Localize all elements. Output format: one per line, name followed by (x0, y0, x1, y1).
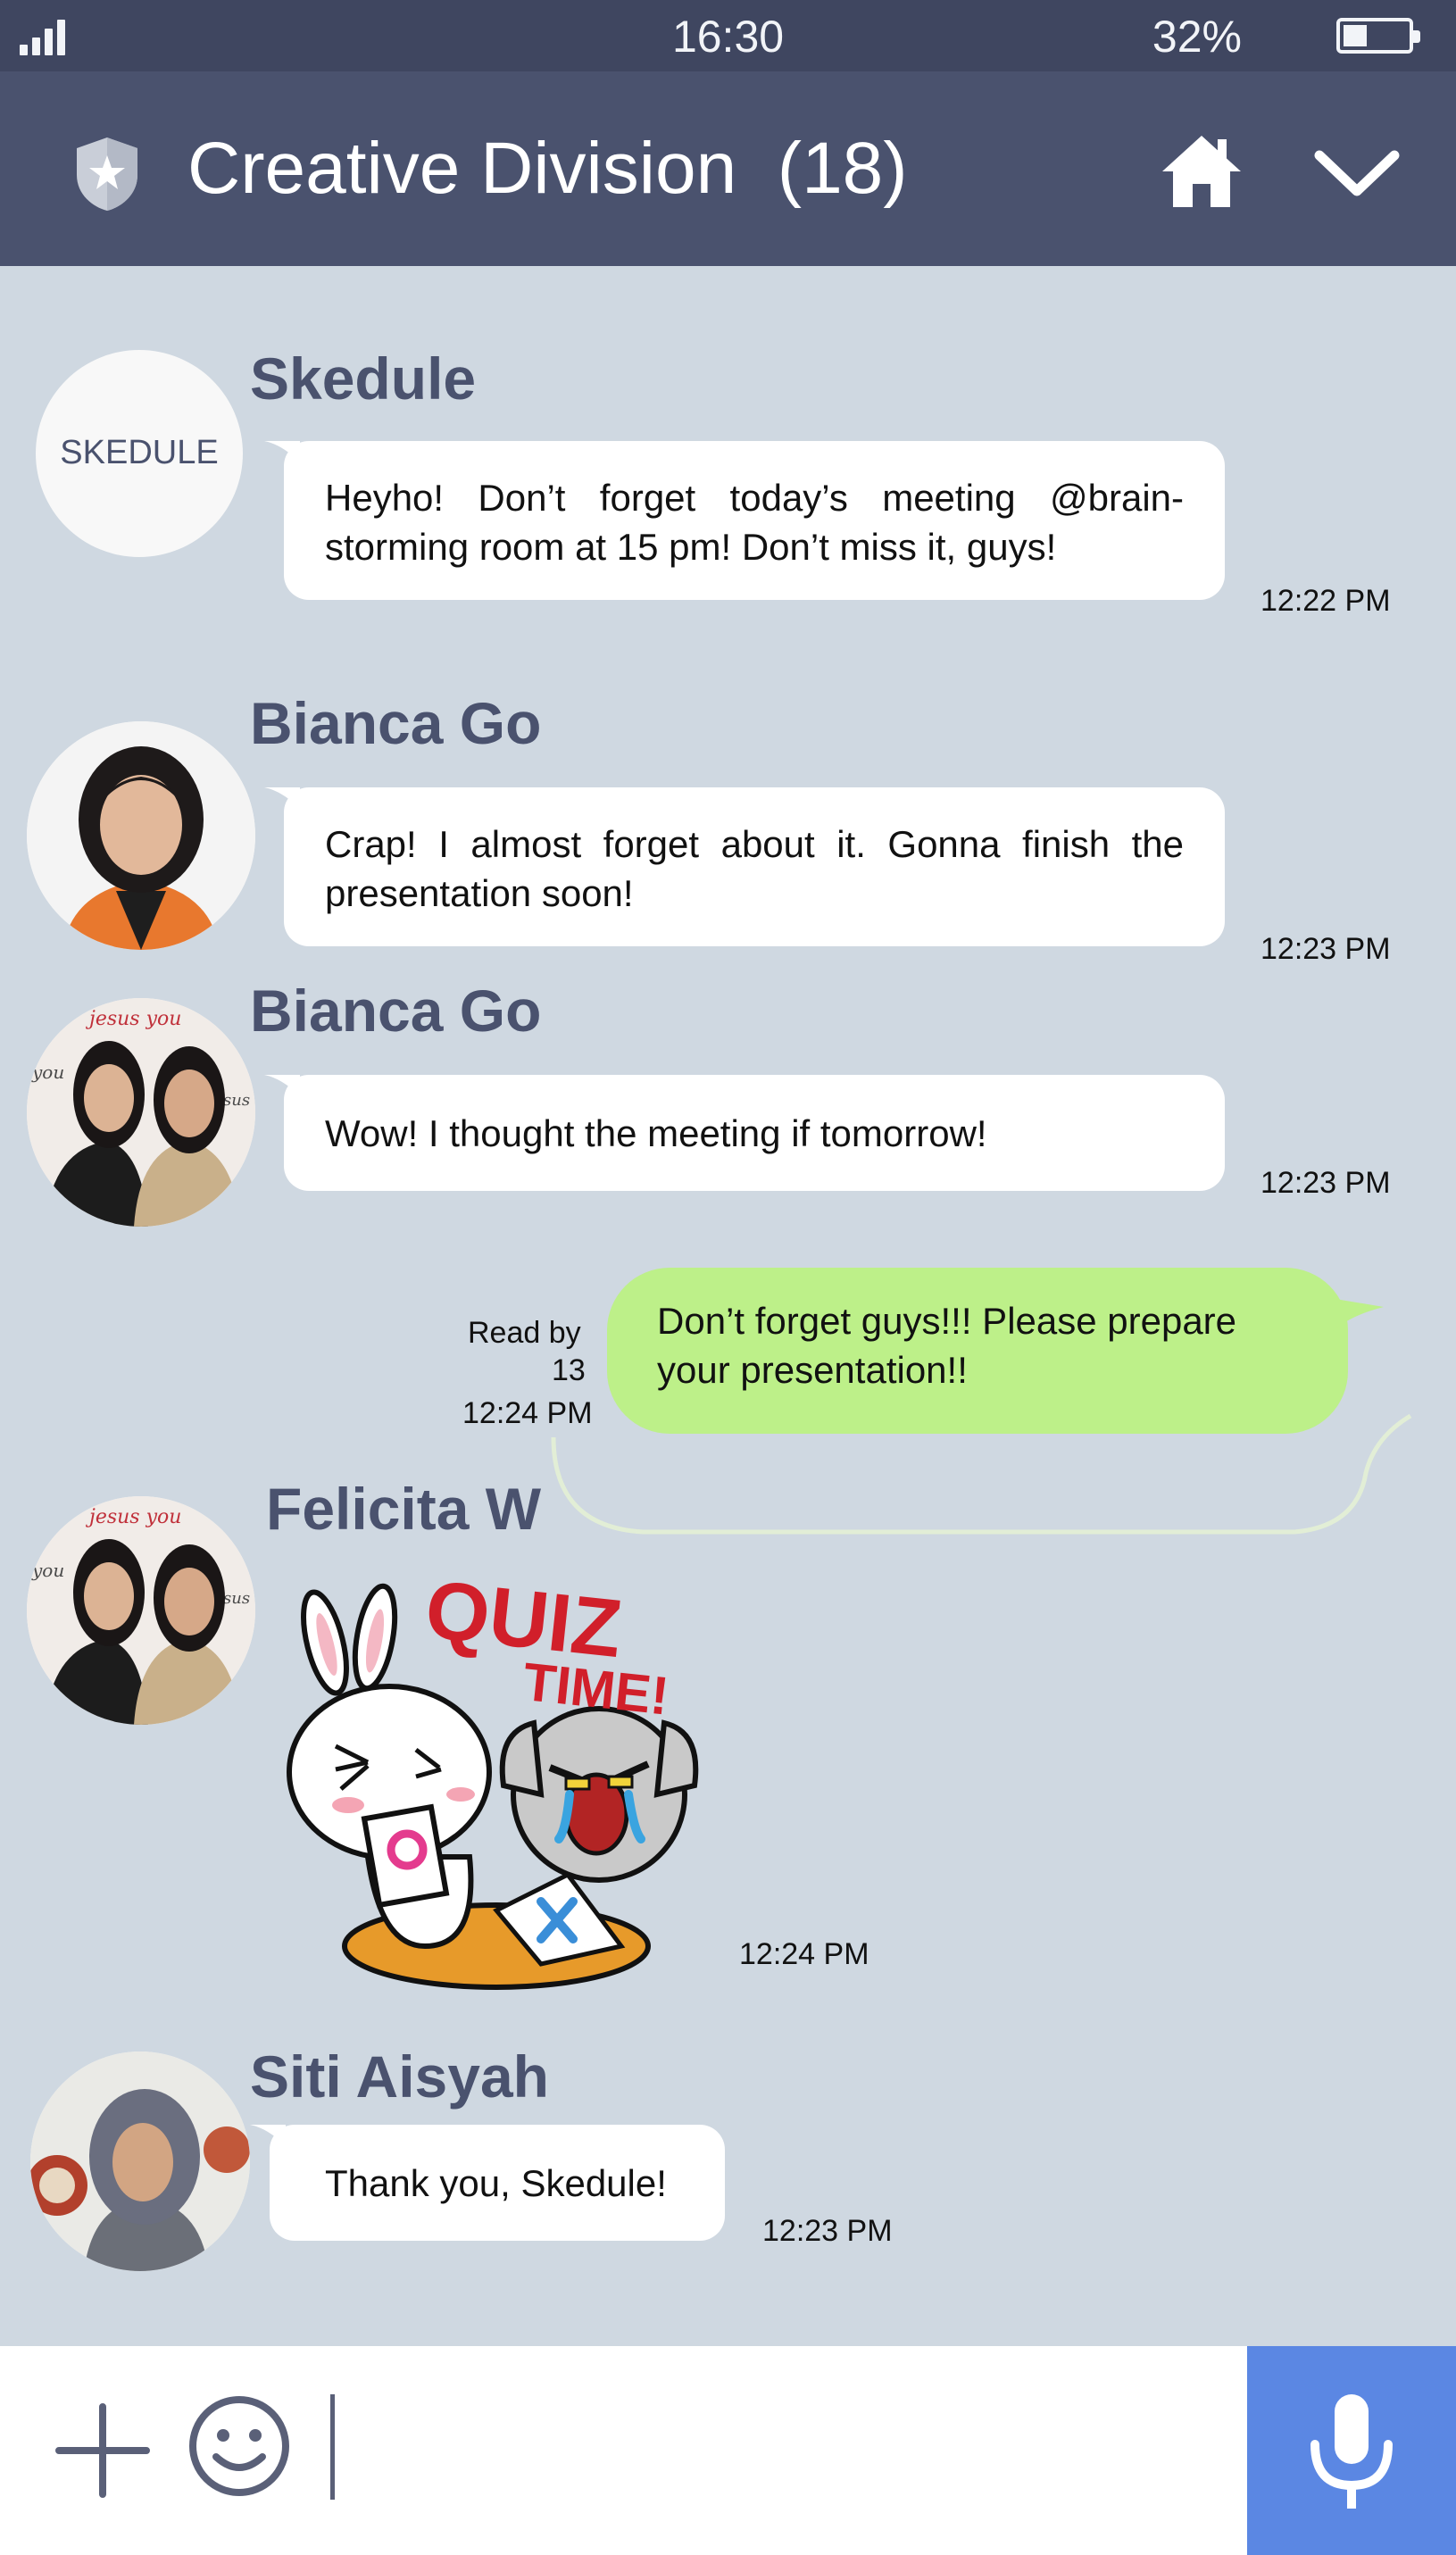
message-input-bar (0, 2346, 1456, 2555)
avatar-photo (30, 2051, 250, 2271)
microphone-button[interactable] (1247, 2346, 1456, 2555)
home-icon[interactable] (1161, 132, 1243, 209)
message-text: Don’t forget guys!!! Please prepare your… (657, 1300, 1237, 1392)
svg-text:sus: sus (223, 1091, 250, 1110)
message-time: 12:23 PM (762, 2214, 893, 2248)
group-shield-icon (77, 137, 137, 211)
outgoing-message-bubble[interactable]: Don’t forget guys!!! Please prepare your… (607, 1268, 1384, 1434)
bubble-tail (250, 2125, 286, 2146)
bubble-tail (264, 1075, 300, 1096)
svg-text:you: you (31, 1560, 64, 1581)
svg-text:sus: sus (223, 1589, 250, 1608)
sender-name: Felicita W (266, 1476, 542, 1542)
bubble-tail (264, 787, 300, 809)
avatar-photo: jesus you you sus (27, 998, 255, 1227)
avatar-felicita-w[interactable]: jesus you you sus (27, 1496, 255, 1725)
message-time: 12:24 PM (739, 1937, 869, 1971)
chat-title: Creative Division (18) (187, 128, 908, 209)
sender-name: Bianca Go (250, 690, 542, 756)
bubble-tail (1330, 1298, 1384, 1334)
battery-percentage: 32% (1152, 12, 1242, 62)
svg-text:jesus you: jesus you (85, 1506, 181, 1528)
message-text: Crap! I almost forget about it. Gonna fi… (325, 823, 1184, 915)
message-text: Heyho! Don’t forget today’s meeting @bra… (325, 477, 1184, 569)
avatar-bianca-go[interactable] (27, 721, 255, 950)
sticker-text: TIME! (520, 1652, 671, 1727)
sender-name: Siti Aisyah (250, 2043, 549, 2110)
sender-name: Bianca Go (250, 978, 542, 1044)
quiz-time-sticker[interactable]: QUIZ TIME! (282, 1571, 711, 1991)
message-bubble[interactable]: Wow! I thought the meeting if tomorrow! (264, 1075, 1225, 1191)
status-bar: 16:30 32% (0, 0, 1456, 71)
chat-header: Creative Division (18) (0, 71, 1456, 266)
message-bubble[interactable]: Heyho! Don’t forget today’s meeting @bra… (264, 441, 1225, 600)
battery-icon (1336, 18, 1420, 54)
avatar-text: SKEDULE (60, 434, 219, 471)
sender-name: Skedule (250, 345, 477, 412)
svg-text:jesus you: jesus you (85, 1008, 181, 1030)
avatar-siti-aisyah[interactable] (30, 2051, 250, 2271)
message-bubble[interactable]: Crap! I almost forget about it. Gonna fi… (264, 787, 1225, 946)
emoji-icon[interactable] (187, 2394, 291, 2498)
message-input[interactable] (348, 2364, 1232, 2534)
text-cursor (330, 2394, 335, 2500)
avatar-photo (27, 721, 255, 950)
avatar-skedule[interactable]: SKEDULE (36, 350, 243, 557)
message-time: 12:23 PM (1260, 932, 1391, 966)
message-text: Wow! I thought the meeting if tomorrow! (325, 1112, 987, 1154)
svg-text:you: you (31, 1061, 64, 1083)
chevron-down-icon[interactable] (1312, 146, 1402, 200)
message-bubble[interactable]: Thank you, Skedule! (250, 2125, 725, 2241)
microphone-icon (1310, 2394, 1393, 2509)
bubble-tail (264, 441, 300, 462)
avatar-photo: jesus you you sus (27, 1496, 255, 1725)
plus-icon[interactable] (55, 2403, 150, 2498)
message-text: Thank you, Skedule! (325, 2162, 667, 2204)
message-time: 12:22 PM (1260, 584, 1391, 618)
message-time: 12:23 PM (1260, 1166, 1391, 1200)
avatar-bianca-go[interactable]: jesus you you sus (27, 998, 255, 1227)
